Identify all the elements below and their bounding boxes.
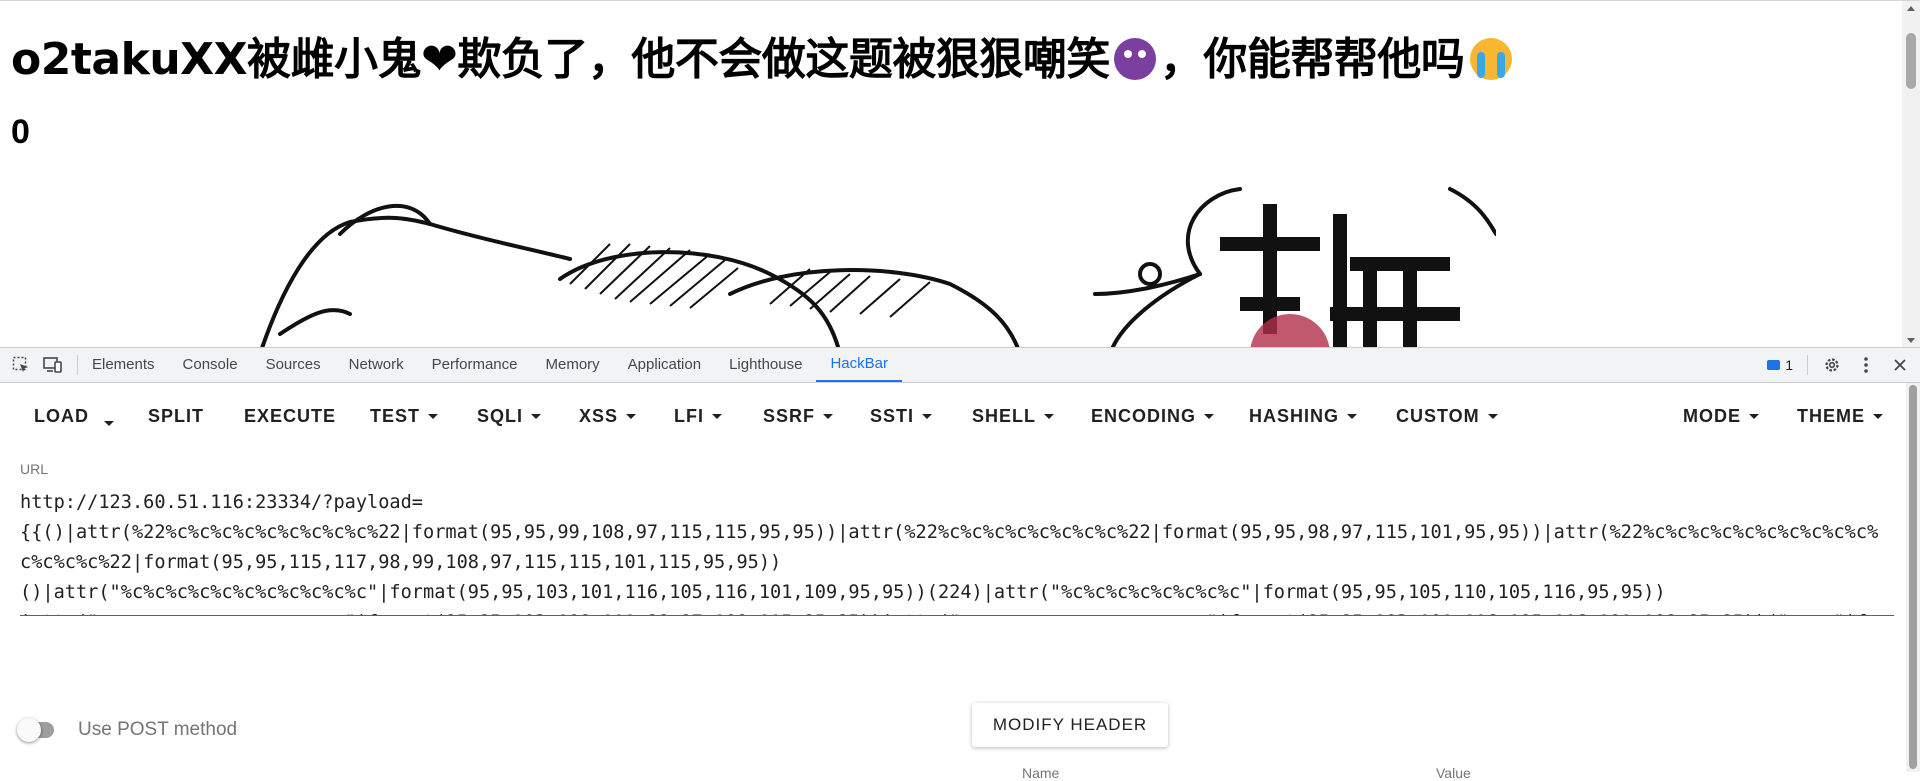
counter-value: 0 (11, 113, 30, 151)
test-menu[interactable]: TEST (370, 406, 439, 427)
page-title: o2takuXX被雌小鬼❤欺负了，他不会做这题被狠狠嘲笑 ，你能帮帮他吗 (11, 23, 1513, 87)
custom-menu[interactable]: CUSTOM (1396, 406, 1498, 427)
devtools-panel: Elements Console Sources Network Perform… (0, 347, 1920, 781)
tab-network[interactable]: Network (335, 348, 418, 382)
use-post-method-toggle[interactable]: Use POST method (17, 718, 238, 742)
devtools-tabs: Elements Console Sources Network Perform… (78, 348, 902, 382)
scroll-up-arrow-icon[interactable] (1907, 6, 1915, 11)
devtools-tabbar: Elements Console Sources Network Perform… (0, 347, 1920, 383)
chevron-down-icon (1487, 414, 1498, 419)
page-title-text-2: ，你能帮帮他吗 (1159, 34, 1465, 85)
chevron-down-icon (626, 414, 637, 419)
ssti-menu-label: SSTI (870, 406, 915, 426)
chevron-down-icon (712, 414, 722, 419)
tab-lighthouse[interactable]: Lighthouse (715, 348, 816, 382)
tab-sources[interactable]: Sources (252, 348, 335, 382)
hashing-menu[interactable]: HASHING (1249, 406, 1358, 427)
page-viewport: o2takuXX被雌小鬼❤欺负了，他不会做这题被狠狠嘲笑 ，你能帮帮他吗 0 (0, 0, 1920, 348)
url-label: URL (20, 461, 49, 477)
custom-menu-label: CUSTOM (1396, 406, 1480, 426)
load-button[interactable]: LOAD (34, 406, 89, 427)
ssti-menu[interactable]: SSTI (870, 406, 933, 427)
ssrf-menu[interactable]: SSRF (763, 406, 834, 427)
shell-menu-label: SHELL (972, 406, 1037, 426)
chevron-down-icon (428, 414, 439, 419)
modify-header-button[interactable]: MODIFY HEADER (972, 703, 1168, 747)
use-post-method-label: Use POST method (78, 719, 238, 740)
ssrf-menu-label: SSRF (763, 406, 816, 426)
hackbar-toolbar: LOAD SPLIT EXECUTE TEST SQLI XSS LFI SSR… (0, 383, 1920, 445)
url-textarea[interactable]: http://123.60.51.116:23334/?payload= {{(… (20, 488, 1894, 616)
split-button[interactable]: SPLIT (148, 406, 204, 427)
header-name-column: Name (1022, 765, 1060, 781)
header-value-column: Value (1436, 765, 1471, 781)
smiling-devil-emoji-icon (1113, 38, 1156, 80)
chevron-down-icon (531, 414, 542, 419)
tab-elements[interactable]: Elements (78, 348, 169, 382)
mode-menu-label: MODE (1683, 406, 1741, 426)
lfi-menu-label: LFI (674, 406, 704, 426)
issues-count: 1 (1785, 357, 1793, 373)
xss-menu[interactable]: XSS (579, 406, 637, 427)
tab-application[interactable]: Application (614, 348, 715, 382)
load-dropdown-caret-icon[interactable] (104, 413, 114, 434)
chevron-down-icon (1044, 414, 1055, 419)
tab-memory[interactable]: Memory (532, 348, 614, 382)
execute-button[interactable]: EXECUTE (244, 406, 336, 427)
xss-menu-label: XSS (579, 406, 619, 426)
lfi-menu[interactable]: LFI (674, 406, 722, 427)
chevron-down-icon (922, 414, 933, 419)
page-scroll-thumb[interactable] (1906, 33, 1916, 89)
test-menu-label: TEST (370, 406, 421, 426)
issues-chat-icon (1767, 360, 1781, 370)
page-scrollbar[interactable] (1902, 1, 1920, 348)
chevron-down-icon (823, 414, 834, 419)
devtools-actions: 1 (1767, 348, 1910, 382)
settings-gear-icon[interactable] (1822, 355, 1842, 375)
page-title-text: o2takuXX被雌小鬼❤欺负了，他不会做这题被狠狠嘲笑 (11, 34, 1110, 85)
devtools-scrollbar[interactable] (1906, 383, 1920, 772)
scroll-down-arrow-icon[interactable] (1907, 338, 1915, 343)
manga-illustration (259, 187, 1496, 348)
tab-console[interactable]: Console (169, 348, 252, 382)
toggle-knob (17, 718, 41, 742)
close-icon[interactable] (1890, 355, 1910, 375)
chevron-down-icon (1749, 414, 1759, 419)
theme-menu-label: THEME (1797, 406, 1865, 426)
shell-menu[interactable]: SHELL (972, 406, 1055, 427)
inspect-element-icon[interactable] (11, 355, 31, 375)
chevron-down-icon (1873, 414, 1883, 419)
more-options-icon[interactable] (1856, 355, 1876, 375)
encoding-menu[interactable]: ENCODING (1091, 406, 1215, 427)
chevron-down-icon (1347, 414, 1358, 419)
encoding-menu-label: ENCODING (1091, 406, 1197, 426)
theme-menu[interactable]: THEME (1797, 406, 1883, 427)
sqli-menu[interactable]: SQLI (477, 406, 542, 427)
toggle-switch[interactable] (17, 718, 54, 742)
issues-badge[interactable]: 1 (1767, 357, 1793, 373)
actions-divider (1807, 355, 1808, 375)
loudly-crying-emoji-icon (1470, 38, 1513, 80)
device-toolbar-icon[interactable] (43, 355, 63, 375)
tab-performance[interactable]: Performance (418, 348, 532, 382)
tab-hackbar[interactable]: HackBar (816, 348, 902, 382)
devtools-scroll-thumb[interactable] (1909, 385, 1917, 769)
sqli-menu-label: SQLI (477, 406, 524, 426)
hashing-menu-label: HASHING (1249, 406, 1340, 426)
chevron-down-icon (1204, 414, 1215, 419)
mode-menu[interactable]: MODE (1683, 406, 1759, 427)
